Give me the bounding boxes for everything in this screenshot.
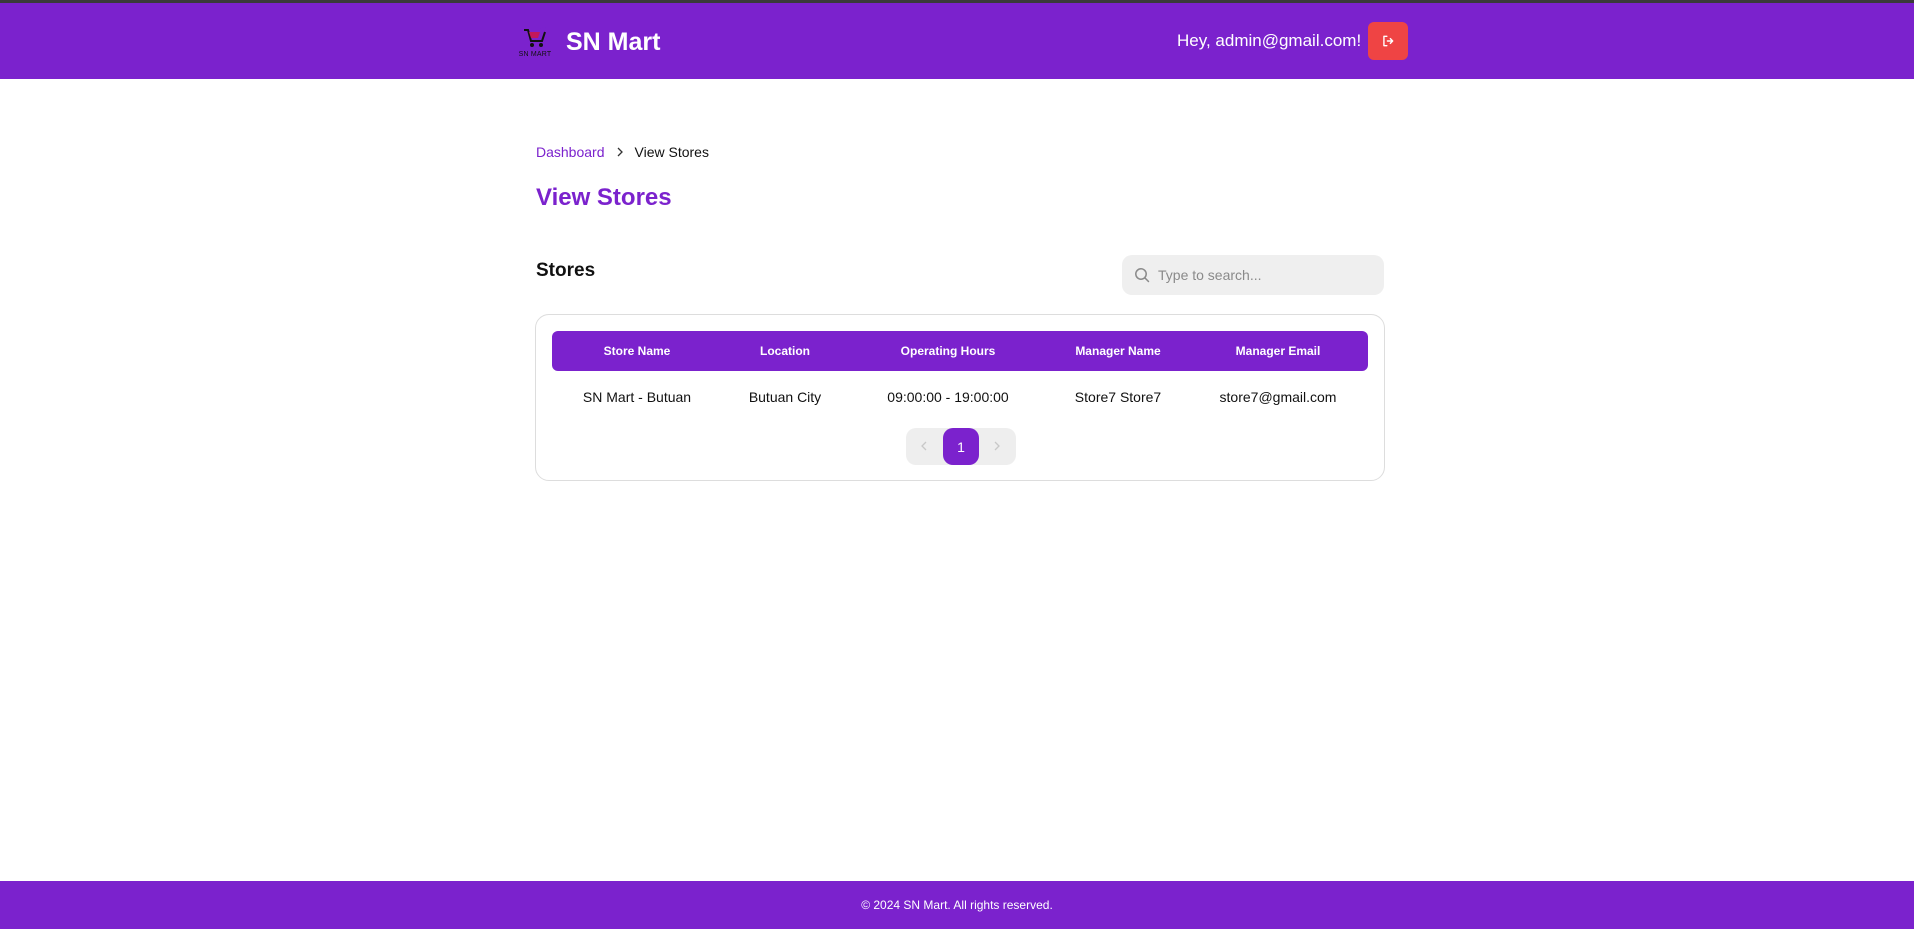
column-header-operating-hours[interactable]: Operating Hours — [901, 344, 996, 358]
section-title: Stores — [536, 260, 596, 281]
user-greeting: Hey, admin@gmail.com! — [1177, 31, 1362, 50]
page-title: View Stores — [536, 184, 672, 211]
previous-page-button[interactable] — [916, 438, 932, 454]
cell-location: Butuan City — [748, 389, 822, 405]
brand-name: SN Mart — [566, 27, 661, 56]
search-icon — [1135, 268, 1150, 283]
breadcrumb-current: View Stores — [634, 144, 709, 160]
breadcrumb-dashboard-link[interactable]: Dashboard — [536, 144, 605, 160]
next-page-button[interactable] — [989, 438, 1005, 454]
logo-text: SN MART — [518, 51, 552, 58]
chevron-right-icon — [615, 147, 625, 157]
column-header-store-name[interactable]: Store Name — [604, 344, 671, 358]
cell-store-name: SN Mart - Butuan — [582, 389, 692, 405]
chevron-left-icon — [921, 441, 927, 451]
brand[interactable]: SN MART SN Mart — [513, 25, 660, 59]
stores-table-card: Store Name Location Operating Hours Mana… — [535, 314, 1385, 481]
cell-manager-name: Store7 Store7 — [1074, 389, 1162, 405]
pagination: 1 — [906, 428, 1016, 465]
logo[interactable]: SN MART — [513, 25, 557, 59]
search-box[interactable] — [1122, 255, 1384, 295]
logout-icon — [1383, 35, 1394, 47]
column-header-location[interactable]: Location — [760, 344, 810, 358]
cell-operating-hours: 09:00:00 - 19:00:00 — [887, 389, 1009, 405]
logout-button[interactable] — [1368, 22, 1408, 60]
cell-manager-email: store7@gmail.com — [1219, 389, 1337, 405]
column-header-manager-name[interactable]: Manager Name — [1075, 344, 1160, 358]
column-header-manager-email[interactable]: Manager Email — [1236, 344, 1321, 358]
table-row[interactable]: SN Mart - Butuan Butuan City 09:00:00 - … — [552, 385, 1368, 409]
search-input[interactable] — [1158, 267, 1368, 283]
table-header: Store Name Location Operating Hours Mana… — [552, 331, 1368, 371]
breadcrumb: Dashboard View Stores — [536, 144, 709, 160]
cart-logo-icon — [524, 27, 546, 47]
header: SN MART SN Mart Hey, admin@gmail.com! — [0, 3, 1914, 79]
footer-copyright: © 2024 SN Mart. All rights reserved. — [861, 898, 1053, 912]
chevron-right-icon — [994, 441, 1000, 451]
page-button-current[interactable]: 1 — [943, 428, 979, 465]
footer: © 2024 SN Mart. All rights reserved. — [0, 881, 1914, 929]
